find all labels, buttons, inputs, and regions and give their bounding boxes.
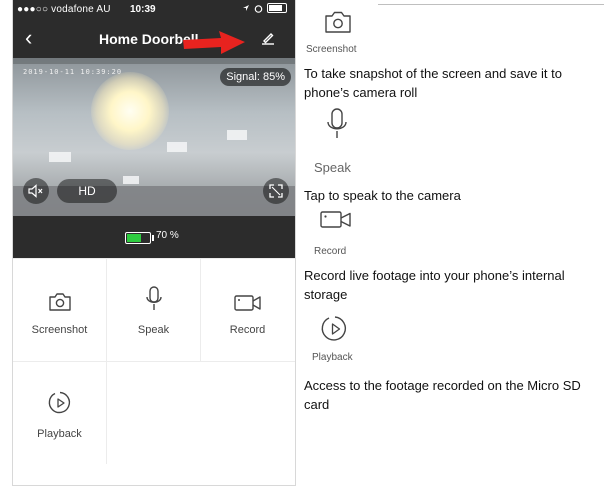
microphone-icon	[145, 286, 163, 312]
battery-fill	[127, 234, 141, 242]
alarm-icon	[254, 4, 263, 13]
playback-icon	[47, 390, 73, 416]
playback-button[interactable]: Playback	[13, 362, 106, 464]
phone-battery-icon	[267, 3, 287, 13]
feature-legend: Screenshot To take snapshot of the scree…	[298, 0, 604, 485]
edit-icon[interactable]	[261, 31, 275, 45]
fullscreen-icon	[269, 184, 283, 198]
quality-toggle[interactable]: HD	[57, 179, 117, 203]
app-screenshot: ●●●○○ vodafone AU 10:39 ‹ Home Doorbell	[12, 0, 296, 486]
video-camera-icon	[320, 210, 352, 235]
status-icons	[242, 3, 287, 13]
legend-description: To take snapshot of the screen and save …	[304, 66, 562, 100]
video-camera-icon	[233, 286, 262, 312]
legend-caption: Speak	[314, 160, 351, 175]
light-panel	[49, 152, 71, 162]
legend-description: Record live footage into your phone’s in…	[304, 268, 565, 302]
fullscreen-button[interactable]	[263, 178, 289, 204]
playback-icon	[320, 314, 350, 349]
red-arrow-annotation	[183, 31, 245, 54]
nav-bar: ‹ Home Doorbell	[13, 20, 295, 58]
legend-caption: Screenshot	[306, 44, 357, 55]
control-label: Playback	[37, 428, 82, 440]
mute-button[interactable]	[23, 178, 49, 204]
record-button[interactable]: Record	[201, 258, 294, 360]
control-label: Record	[229, 324, 266, 336]
screenshot-button[interactable]: Screenshot	[13, 258, 106, 360]
location-icon	[243, 5, 249, 11]
divider	[106, 362, 107, 464]
back-button[interactable]: ‹	[25, 27, 32, 49]
battery-percent: 70 %	[156, 230, 179, 241]
top-bar: ●●●○○ vodafone AU 10:39 ‹ Home Doorbell	[13, 0, 295, 58]
live-video[interactable]: 2019-10-11 10:39:20 Signal: 85% HD	[13, 58, 295, 216]
divider	[378, 4, 604, 5]
legend-caption: Playback	[312, 352, 353, 363]
camera-battery-icon	[125, 232, 154, 244]
ceiling-light	[91, 72, 169, 150]
camera-icon	[48, 286, 72, 312]
status-bar: ●●●○○ vodafone AU 10:39	[13, 0, 295, 20]
speak-button[interactable]: Speak	[107, 258, 200, 360]
light-panel	[227, 130, 247, 140]
light-panel	[167, 142, 187, 152]
osd-timestamp: 2019-10-11 10:39:20	[23, 68, 123, 76]
control-label: Speak	[137, 324, 170, 336]
legend-description: Access to the footage recorded on the Mi…	[304, 378, 581, 412]
camera-icon	[324, 10, 352, 39]
office-desks	[13, 186, 295, 216]
signal-badge: Signal: 85%	[220, 68, 291, 86]
control-label: Screenshot	[31, 324, 88, 336]
carrier-label: ●●●○○ vodafone AU	[17, 4, 111, 15]
microphone-icon	[326, 108, 348, 145]
clock: 10:39	[130, 4, 156, 15]
battery-strip: 70 %	[13, 216, 295, 258]
light-panel	[123, 176, 139, 184]
legend-caption: Record	[314, 246, 347, 257]
ceiling-beam	[13, 58, 295, 64]
speaker-mute-icon	[28, 184, 43, 198]
legend-description: Tap to speak to the camera	[304, 188, 461, 203]
